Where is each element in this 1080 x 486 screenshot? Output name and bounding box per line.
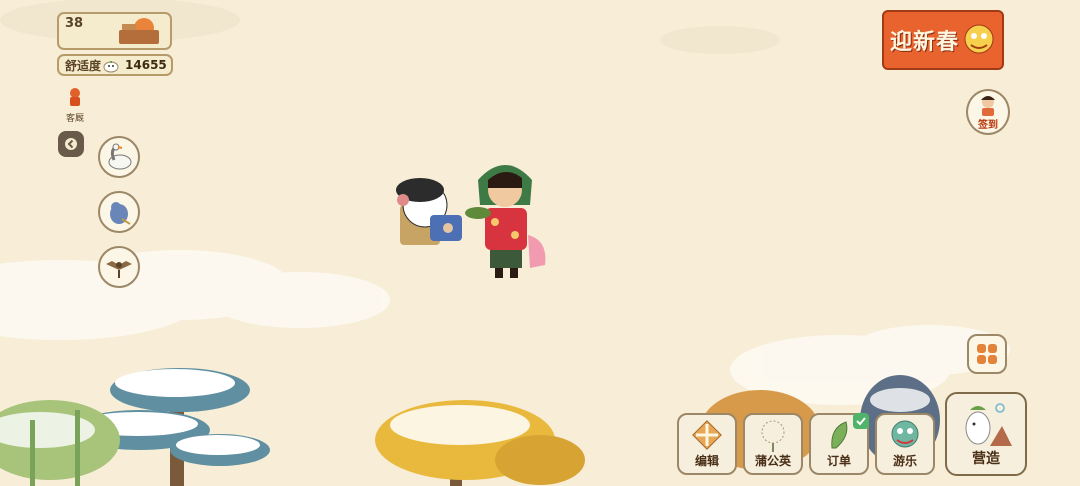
check-icon — [856, 417, 866, 426]
dandelion-icon — [761, 420, 785, 452]
orders-label: 订单 — [826, 454, 851, 468]
check-badge — [853, 413, 869, 429]
comfort-label: 舒适度 — [65, 58, 102, 73]
goose-icon — [108, 143, 132, 170]
orders-button[interactable]: 订单 — [809, 413, 869, 475]
golden-tree — [375, 400, 585, 486]
comfort-bar[interactable]: 舒适度 14655 — [57, 54, 173, 76]
lantern-icon — [70, 88, 80, 106]
event-title: 迎新春 — [890, 29, 960, 55]
level-card[interactable]: 38 — [57, 12, 172, 50]
build-label: 营造 — [972, 451, 1000, 467]
move-arrows-icon — [692, 420, 722, 450]
edit-button[interactable]: 编辑 — [677, 413, 737, 475]
sign-in-button[interactable]: 签到 — [966, 89, 1010, 135]
character-scholar — [396, 178, 462, 245]
bun-icon — [103, 61, 119, 73]
guest-lodge-caption: 客厩 — [65, 114, 84, 124]
eagle-icon — [106, 261, 132, 278]
lion-head-icon — [891, 420, 919, 448]
edit-label: 编辑 — [694, 454, 719, 468]
dandelion-button[interactable]: 蒲公英 — [743, 413, 803, 475]
grid-icon — [977, 344, 997, 364]
builder-spirit-icon — [965, 403, 1012, 446]
sign-in-label: 签到 — [978, 119, 998, 131]
collapse-button[interactable] — [58, 131, 84, 157]
chevron-left-icon — [65, 138, 77, 150]
orders-leaf-icon — [831, 421, 848, 449]
fun-button[interactable]: 游乐 — [875, 413, 935, 475]
menu-button[interactable] — [967, 334, 1007, 374]
girl-portrait-icon — [981, 95, 995, 116]
visitor-button-eagle[interactable] — [98, 246, 140, 288]
dandelion-label: 蒲公英 — [754, 454, 791, 468]
visitor-button-bird[interactable] — [98, 191, 140, 233]
guest-lodge-button[interactable]: 客厩 — [63, 87, 87, 124]
character-girl — [465, 165, 546, 278]
blue-bird-icon — [110, 202, 131, 225]
build-button[interactable]: 营造 — [945, 392, 1027, 476]
comfort-value: 14655 — [125, 58, 167, 72]
lion-dance-icon — [964, 24, 994, 54]
game-scene: 38 舒适度 14655 客厩 迎新春 签到 编辑 蒲公英 订单 游乐 营造 — [0, 0, 1080, 486]
bamboo-grove — [0, 400, 120, 486]
spring-festival-event-banner[interactable]: 迎新春 — [882, 10, 1004, 70]
home-scene-thumbnail-icon — [119, 18, 159, 44]
player-level: 38 — [65, 16, 84, 31]
fun-label: 游乐 — [892, 454, 917, 468]
visitor-button-goose[interactable] — [98, 136, 140, 178]
